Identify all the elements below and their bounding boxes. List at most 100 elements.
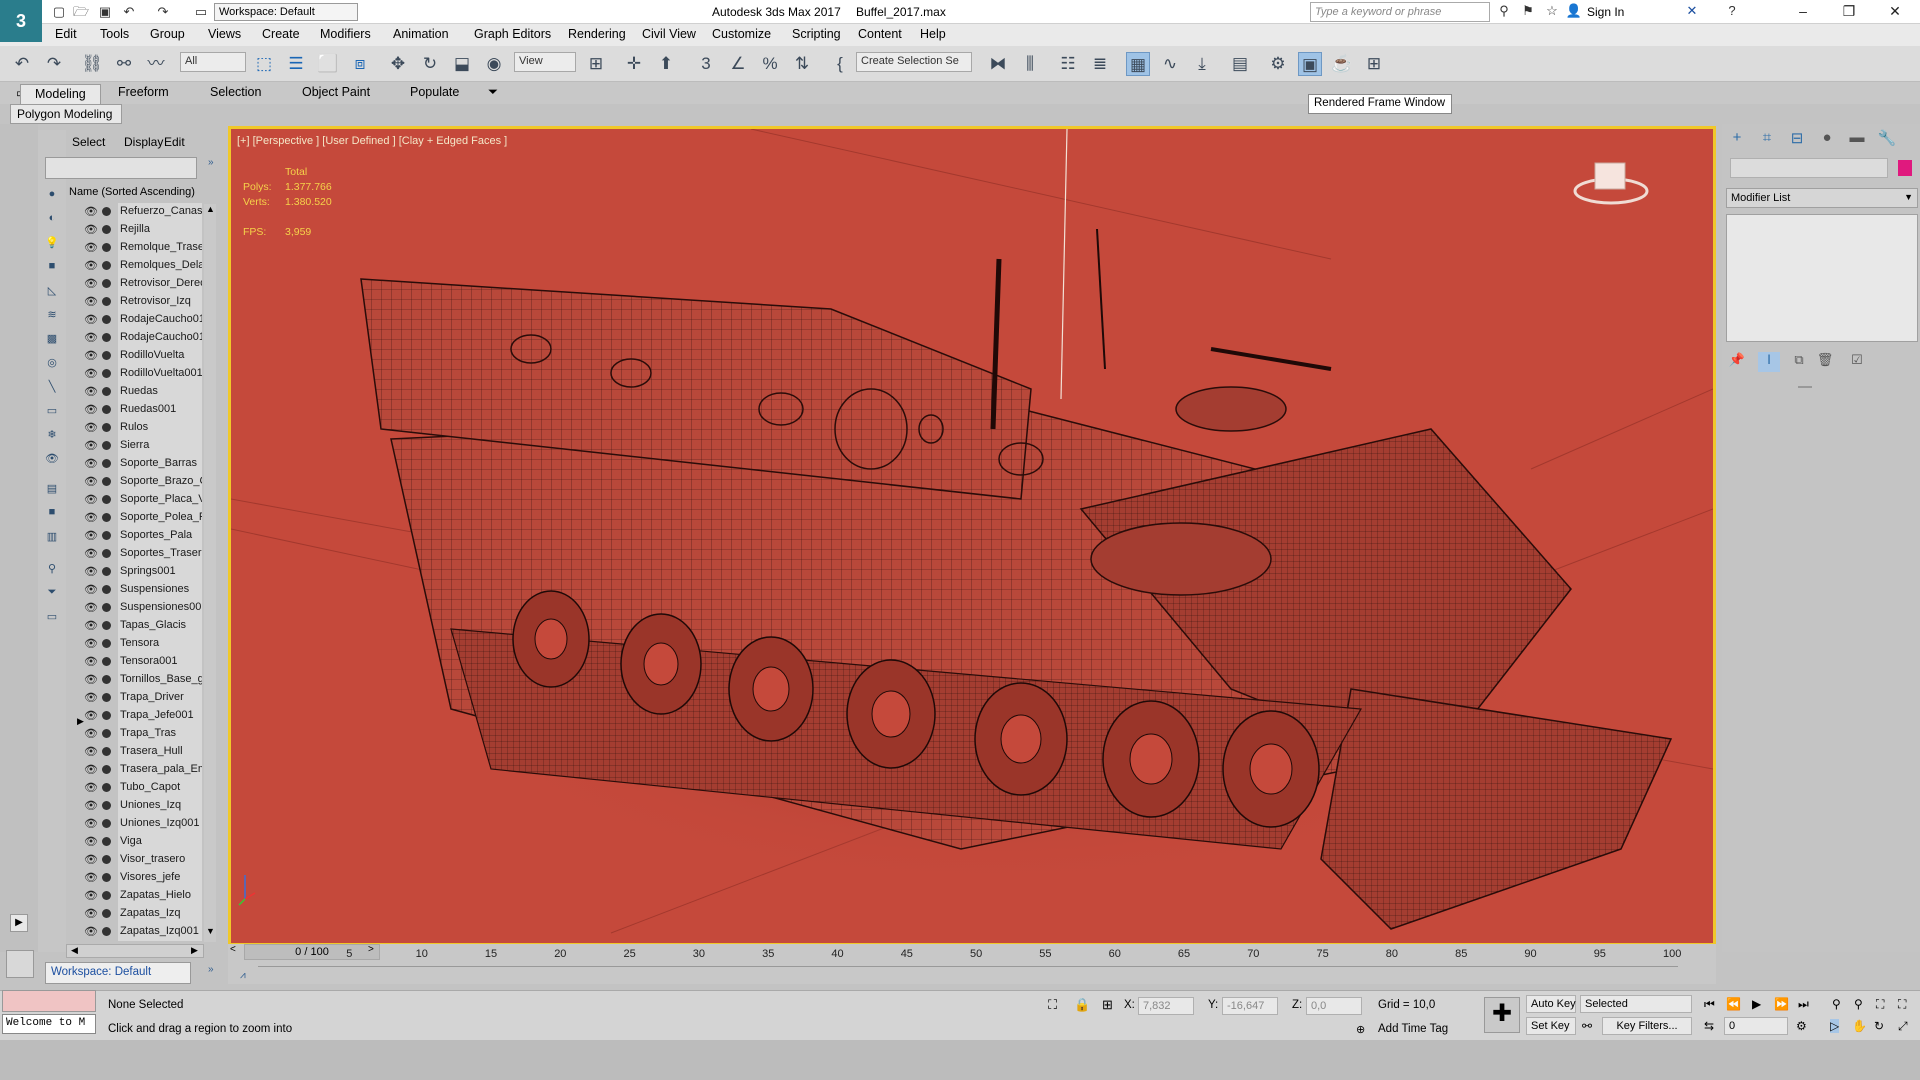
tab-selection[interactable]: Selection [210, 85, 261, 99]
list-item[interactable]: 👁 Refuerzo_Canast [80, 203, 202, 221]
play-icon[interactable]: ▶ [10, 914, 28, 932]
sync-selection-icon[interactable]: ⚲ [44, 562, 60, 576]
freeze-dot-icon[interactable] [102, 423, 111, 432]
lock-selection-icon[interactable]: 🔒 [1074, 997, 1090, 1013]
visibility-eye-icon[interactable]: 👁 [84, 547, 98, 560]
expand-arrow-icon[interactable]: ▶ [77, 716, 84, 727]
timeline-next-icon[interactable]: > [368, 944, 374, 955]
move-icon[interactable]: ✥ [386, 52, 410, 76]
object-color-swatch[interactable] [1898, 160, 1912, 176]
visibility-eye-icon[interactable]: 👁 [84, 601, 98, 614]
invert-display-icon[interactable]: ▥ [44, 530, 60, 544]
menu-edit[interactable]: Edit [55, 27, 77, 41]
freeze-dot-icon[interactable] [102, 801, 111, 810]
key-mode-dropdown[interactable]: Selected [1580, 995, 1692, 1013]
orbit-icon[interactable]: ↻ [1874, 1019, 1884, 1033]
window-crossing-icon[interactable]: ⧈ [348, 52, 372, 76]
list-item[interactable]: 👁 Tensora001 [80, 653, 202, 671]
visibility-eye-icon[interactable]: 👁 [84, 673, 98, 686]
scroll-down-icon[interactable]: ▼ [206, 926, 215, 936]
undo-icon[interactable]: ↶ [120, 3, 138, 21]
visibility-eye-icon[interactable]: 👁 [84, 277, 98, 290]
list-item[interactable]: 👁 Sierra [80, 437, 202, 455]
scroll-right-icon[interactable]: ▶ [191, 945, 198, 956]
list-item[interactable]: 👁 Rulos [80, 419, 202, 437]
freeze-dot-icon[interactable] [102, 351, 111, 360]
sign-in-link[interactable]: Sign In [1587, 5, 1624, 19]
list-item[interactable]: 👁 Retrovisor_Izq [80, 293, 202, 311]
tab-modeling[interactable]: Modeling [20, 84, 101, 104]
reference-coordinate-dropdown[interactable]: View [514, 52, 576, 72]
visibility-eye-icon[interactable]: 👁 [84, 367, 98, 380]
display-panel-icon[interactable]: ▬ [1846, 129, 1868, 149]
select-manipulate-icon[interactable]: ⬆ [654, 52, 678, 76]
redo-icon[interactable]: ↷ [42, 52, 66, 76]
link-icon[interactable]: ⛓ [80, 52, 104, 76]
named-selection-icon[interactable]: { [828, 52, 852, 76]
visibility-eye-icon[interactable]: 👁 [84, 781, 98, 794]
render-setup-icon[interactable]: ⚙ [1266, 52, 1290, 76]
modifier-stack[interactable] [1726, 214, 1918, 342]
scale-icon[interactable]: ⬓ [450, 52, 474, 76]
place-icon[interactable]: ◉ [482, 52, 506, 76]
create-panel-icon[interactable]: + [1726, 129, 1748, 149]
visibility-eye-icon[interactable]: 👁 [84, 349, 98, 362]
filter-icon[interactable]: ⏷ [44, 586, 60, 600]
visibility-eye-icon[interactable]: 👁 [84, 511, 98, 524]
list-item[interactable]: 👁 Trapa_Jefe001 [80, 707, 202, 725]
pan-view-icon[interactable]: ✋ [1852, 1019, 1867, 1033]
visibility-eye-icon[interactable]: 👁 [84, 907, 98, 920]
visibility-eye-icon[interactable]: 👁 [84, 385, 98, 398]
tab-populate[interactable]: Populate [410, 85, 459, 99]
minimize-button[interactable]: – [1780, 0, 1826, 24]
scene-tab-edit[interactable]: Edit [164, 135, 185, 149]
layer-explorer-icon[interactable]: ≣ [1088, 52, 1112, 76]
isolate-icon[interactable]: ⛶ [1048, 997, 1057, 1013]
visibility-eye-icon[interactable]: 👁 [84, 871, 98, 884]
list-item[interactable]: 👁 Remolques_Delar [80, 257, 202, 275]
key-filters-icon[interactable]: ⚯ [1582, 1019, 1592, 1033]
visibility-eye-icon[interactable]: 👁 [84, 799, 98, 812]
scene-tab-select[interactable]: Select [72, 135, 105, 149]
list-item[interactable]: 👁 Trapa_Tras [80, 725, 202, 743]
visibility-eye-icon[interactable]: 👁 [84, 691, 98, 704]
freeze-dot-icon[interactable] [102, 675, 111, 684]
curve-editor-icon[interactable]: ∿ [1158, 52, 1182, 76]
list-item[interactable]: 👁 Soporte_Brazo_G [80, 473, 202, 491]
list-item[interactable]: 👁 Zapatas_Izq001 [80, 923, 202, 941]
bind-spacewarp-icon[interactable]: 〰 [144, 52, 168, 76]
material-editor-icon[interactable]: ▤ [1228, 52, 1252, 76]
list-item[interactable]: 👁 Uniones_Izq [80, 797, 202, 815]
welcome-listener[interactable]: Welcome to M [2, 1014, 96, 1034]
list-item[interactable]: 👁 RodajeCaucho01 [80, 329, 202, 347]
freeze-dot-icon[interactable] [102, 477, 111, 486]
tab-object-paint[interactable]: Object Paint [302, 85, 370, 99]
undo-icon[interactable]: ↶ [10, 52, 34, 76]
pivot-icon[interactable]: ⊞ [584, 52, 608, 76]
list-item[interactable]: 👁 RodilloVuelta001 [80, 365, 202, 383]
workspace-dropdown[interactable]: Workspace: Default [214, 3, 358, 21]
panel-drag-handle[interactable] [1798, 386, 1812, 388]
list-item[interactable]: 👁 Soporte_Barras [80, 455, 202, 473]
spinner-snap-icon[interactable]: ⇅ [790, 52, 814, 76]
key-filters-button[interactable]: Key Filters... [1602, 1017, 1692, 1035]
unlink-icon[interactable]: ⚯ [112, 52, 136, 76]
freeze-dot-icon[interactable] [102, 711, 111, 720]
freeze-dot-icon[interactable] [102, 693, 111, 702]
freeze-dot-icon[interactable] [102, 315, 111, 324]
display-lights-icon[interactable]: 💡 [44, 236, 60, 250]
zoom-all-icon[interactable]: ⚲ [1854, 997, 1863, 1011]
visibility-eye-icon[interactable]: 👁 [84, 709, 98, 722]
freeze-dot-icon[interactable] [102, 765, 111, 774]
scene-tab-display[interactable]: Display [124, 135, 163, 149]
pin-stack-icon[interactable]: 📌 [1726, 352, 1748, 372]
favorites-icon[interactable]: ☆ [1542, 3, 1562, 21]
absolute-mode-icon[interactable]: ⊞ [1102, 997, 1113, 1013]
list-item[interactable]: 👁 Soportes_Traser [80, 545, 202, 563]
set-key-button[interactable]: Set Key [1526, 1017, 1576, 1035]
display-helpers-icon[interactable]: ◺ [44, 284, 60, 298]
column-header-name[interactable]: Name (Sorted Ascending) [69, 186, 195, 198]
visibility-eye-icon[interactable]: 👁 [84, 889, 98, 902]
zoom-icon[interactable]: ⚲ [1832, 997, 1841, 1011]
redo-icon[interactable]: ↷ [154, 3, 172, 21]
